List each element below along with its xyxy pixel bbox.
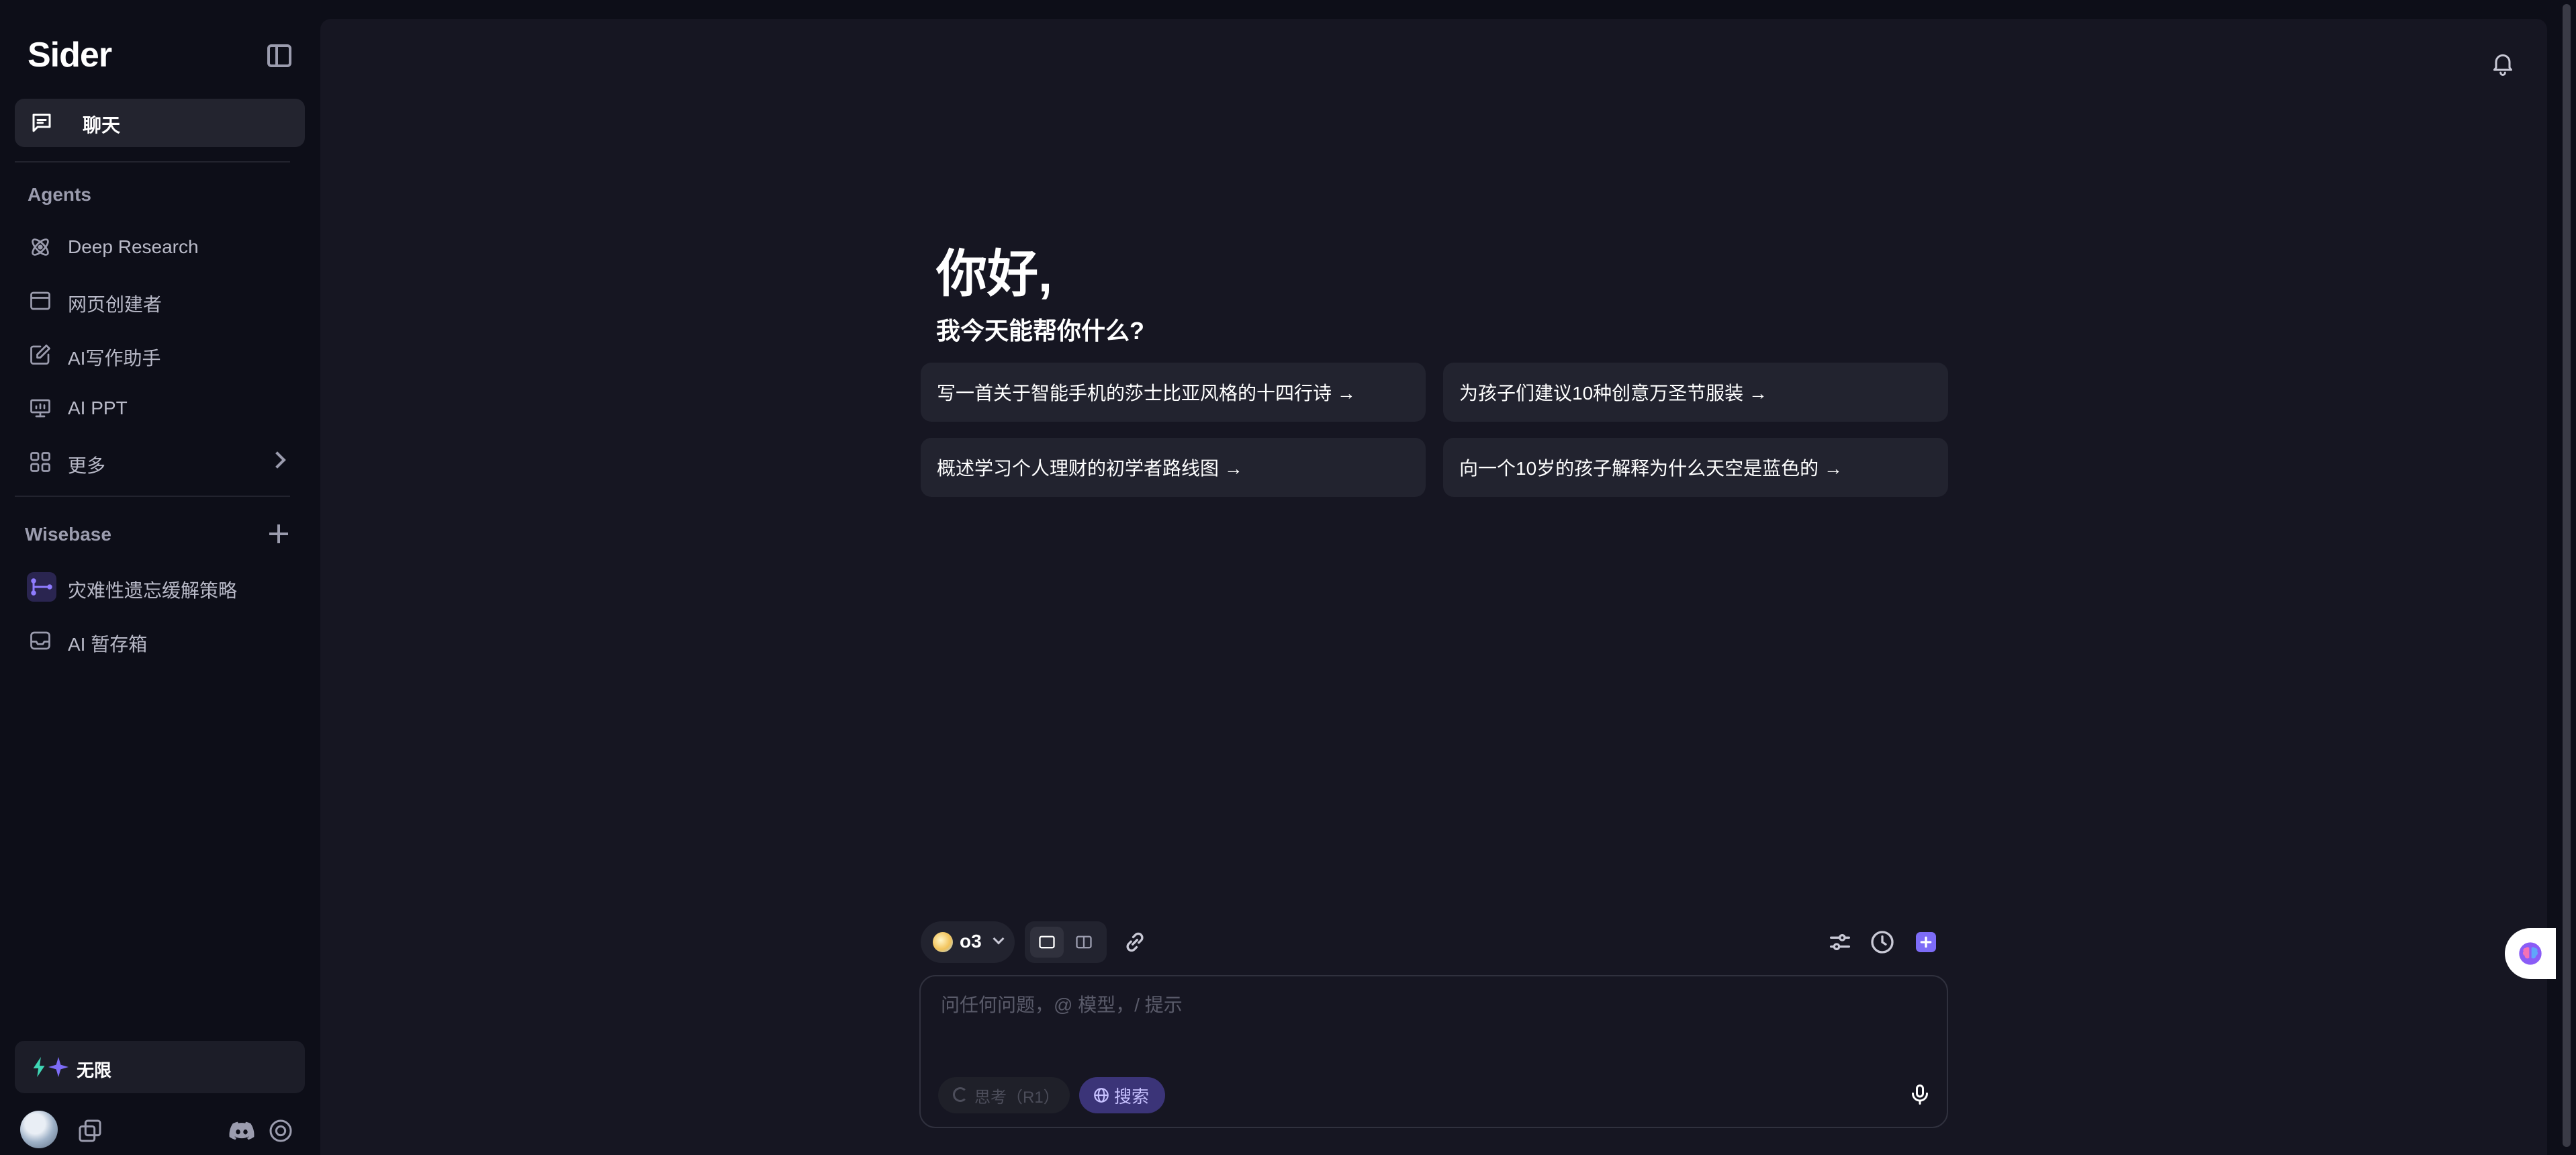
- browser-window-icon: [30, 291, 50, 310]
- suggestion-card[interactable]: 向一个10岁的孩子解释为什么天空是蓝色的 →: [1443, 438, 1948, 497]
- plan-card[interactable]: 无限: [15, 1041, 305, 1093]
- sidebar-item-ai-ppt[interactable]: AI PPT: [0, 388, 320, 428]
- sidebar-item-web-creator[interactable]: 网页创建者: [0, 281, 320, 321]
- attachment-icon[interactable]: [1121, 929, 1148, 956]
- inbox-icon: [30, 631, 50, 650]
- sidebar-item-wisebase-strategy[interactable]: 灾难性遗忘缓解策略: [0, 567, 320, 607]
- settings-icon[interactable]: [267, 1117, 294, 1144]
- sidebar-item-label: Deep Research: [68, 236, 199, 257]
- search-toggle[interactable]: 搜索: [1079, 1077, 1165, 1113]
- scrollbar-thumb[interactable]: [2563, 4, 2571, 1147]
- chat-input-box: 思考（R1） 搜索: [919, 975, 1948, 1128]
- presentation-icon: [30, 399, 50, 418]
- sidebar-item-label: AI 暂存箱: [68, 634, 148, 655]
- greeting-subtitle: 我今天能帮你什么?: [936, 317, 1144, 344]
- flow-icon: [31, 578, 52, 596]
- microphone-icon[interactable]: [1908, 1081, 1932, 1108]
- sidebar-item-label: AI PPT: [68, 398, 128, 418]
- history-icon[interactable]: [1869, 929, 1896, 956]
- new-chat-icon[interactable]: [1913, 929, 1939, 956]
- model-selector[interactable]: o3: [921, 921, 1015, 963]
- sidebar-item-label: 灾难性遗忘缓解策略: [68, 580, 238, 601]
- edit-icon: [30, 344, 50, 365]
- suggestion-card[interactable]: 写一首关于智能手机的莎士比亚风格的十四行诗 →: [921, 363, 1426, 422]
- loading-circle-icon: [953, 1087, 968, 1102]
- sidebar-item-deep-research[interactable]: Deep Research: [0, 227, 320, 267]
- sidebar-collapse-button[interactable]: [267, 44, 291, 67]
- chevron-right-icon: [269, 451, 286, 469]
- main-panel: 你好, 我今天能帮你什么? 写一首关于智能手机的莎士比亚风格的十四行诗 → 为孩…: [320, 19, 2547, 1155]
- split-view-icon[interactable]: [1074, 933, 1093, 952]
- sidebar-item-ai-inbox[interactable]: AI 暂存箱: [0, 620, 320, 661]
- plan-label: 无限: [77, 1060, 112, 1080]
- sidebar-item-label: 网页创建者: [68, 294, 163, 315]
- sidebar-item-ai-writer[interactable]: AI写作助手: [0, 334, 320, 375]
- greeting-title: 你好,: [936, 246, 1053, 303]
- chevron-down-icon: [993, 933, 1005, 945]
- suggestion-card[interactable]: 为孩子们建议10种创意万圣节服装 →: [1443, 363, 1948, 422]
- sidebar-item-label: 更多: [68, 455, 106, 476]
- suggestion-card[interactable]: 概述学习个人理财的初学者路线图 →: [921, 438, 1426, 497]
- divider: [15, 161, 290, 163]
- chat-icon: [32, 113, 51, 132]
- grid-icon: [30, 452, 50, 472]
- sparkle-icon: [48, 1057, 68, 1077]
- sidebar-item-label: AI写作助手: [68, 348, 161, 369]
- atom-icon: [32, 238, 49, 256]
- search-label: 搜索: [1114, 1086, 1150, 1107]
- copy-icon[interactable]: [77, 1117, 103, 1144]
- layout-toggle: [1025, 921, 1107, 963]
- single-view-button[interactable]: [1030, 927, 1064, 958]
- divider: [15, 496, 290, 497]
- add-wisebase-button[interactable]: [267, 522, 290, 545]
- floating-assistant-button[interactable]: [2505, 928, 2556, 979]
- sidebar-item-chat[interactable]: 聊天: [15, 99, 305, 147]
- model-name: o3: [960, 931, 982, 952]
- model-logo-icon: [933, 932, 953, 952]
- sidebar: Sider 聊天 Agents Deep Research 网页创建者 AI写作…: [0, 0, 320, 1155]
- wisebase-section-title: Wisebase: [25, 524, 111, 545]
- think-label: 思考（R1）: [974, 1088, 1060, 1107]
- single-panel-icon: [1039, 935, 1055, 949]
- lightning-icon: [33, 1057, 45, 1077]
- think-r1-toggle[interactable]: 思考（R1）: [938, 1077, 1070, 1113]
- discord-icon[interactable]: [228, 1117, 255, 1144]
- adjustments-icon[interactable]: [1827, 929, 1853, 956]
- notification-bell-icon[interactable]: [2489, 48, 2516, 78]
- avatar[interactable]: [20, 1111, 58, 1148]
- sidebar-item-label: 聊天: [83, 115, 121, 136]
- brain-icon: [2519, 942, 2542, 965]
- app-logo: Sider: [28, 36, 112, 75]
- chat-input[interactable]: [939, 988, 1880, 1022]
- globe-icon: [1094, 1088, 1109, 1103]
- sidebar-item-more[interactable]: 更多: [0, 442, 320, 482]
- agents-section-title: Agents: [28, 184, 91, 205]
